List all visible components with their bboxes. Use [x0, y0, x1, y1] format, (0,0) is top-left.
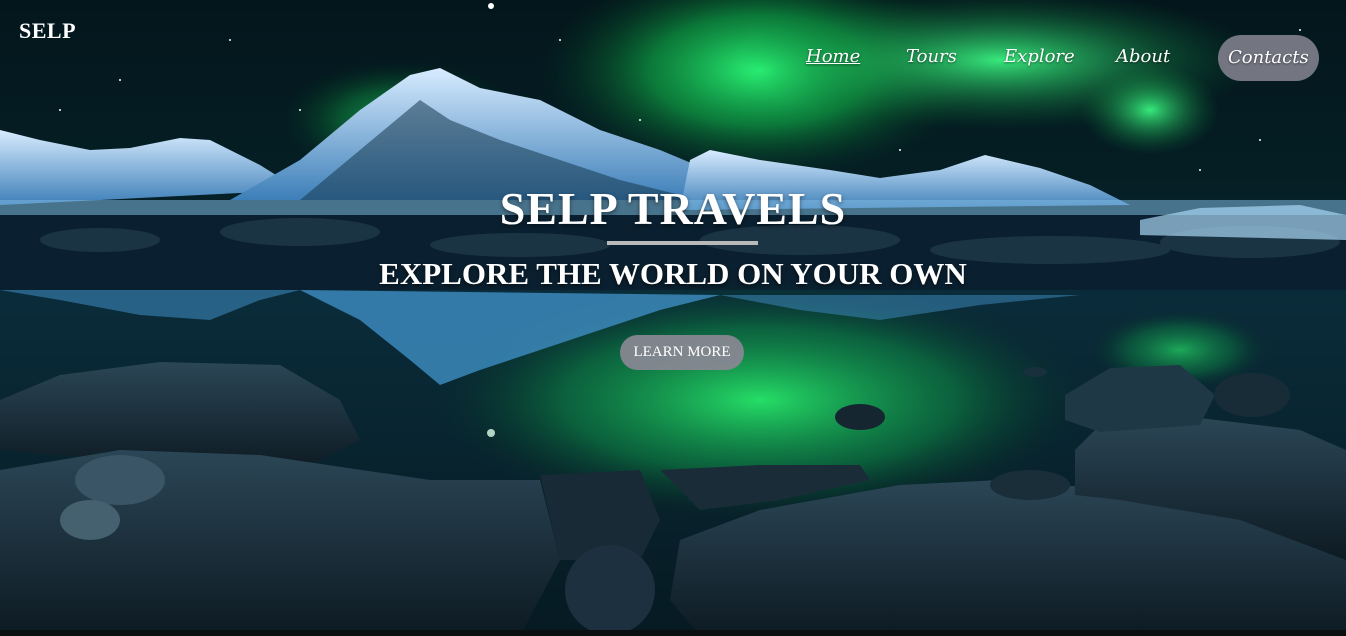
learn-more-button[interactable]: LEARN MORE	[620, 335, 744, 370]
main-navigation: Home Tours Explore About Contacts	[0, 0, 1346, 100]
nav-home-link[interactable]: Home	[806, 44, 860, 70]
hero-title: SELP TRAVELS	[499, 183, 847, 234]
nav-explore-link[interactable]: Explore	[1004, 44, 1075, 70]
nav-contacts-link[interactable]: Contacts	[1218, 35, 1319, 81]
nav-tours-link[interactable]: Tours	[906, 44, 957, 70]
hero-subtitle: EXPLORE THE WORLD ON YOUR OWN	[379, 256, 967, 291]
hero-divider	[607, 241, 758, 245]
nav-about-link[interactable]: About	[1116, 44, 1170, 70]
